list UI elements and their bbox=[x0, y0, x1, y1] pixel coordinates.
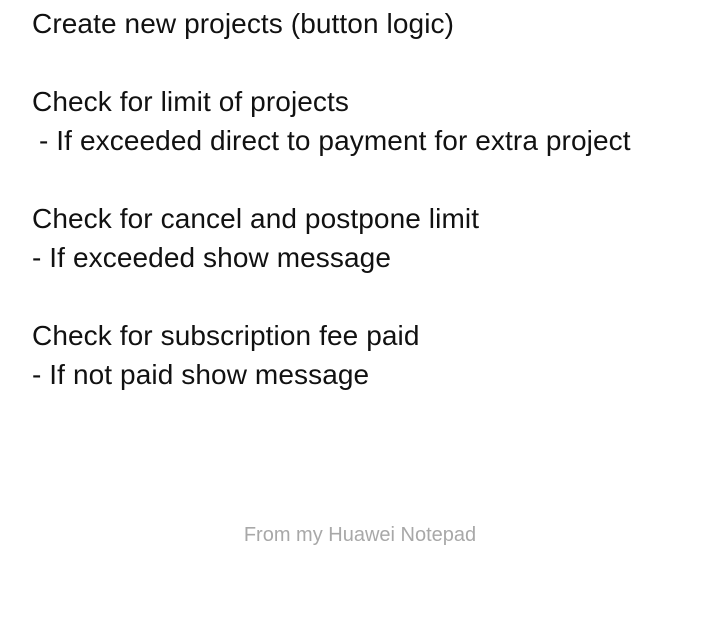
note-line: Check for limit of projects bbox=[32, 86, 350, 117]
note-title: Create new projects (button logic) bbox=[32, 8, 455, 39]
note-line: Check for subscription fee paid bbox=[32, 320, 420, 351]
note-body: Create new projects (button logic) Check… bbox=[32, 4, 702, 394]
note-line: - If exceeded direct to payment for extr… bbox=[39, 125, 631, 156]
note-line: - If not paid show message bbox=[32, 359, 370, 390]
note-line: Check for cancel and postpone limit bbox=[32, 203, 480, 234]
note-line: - If exceeded show message bbox=[32, 242, 392, 273]
notepad-signature: From my Huawei Notepad bbox=[243, 524, 477, 546]
